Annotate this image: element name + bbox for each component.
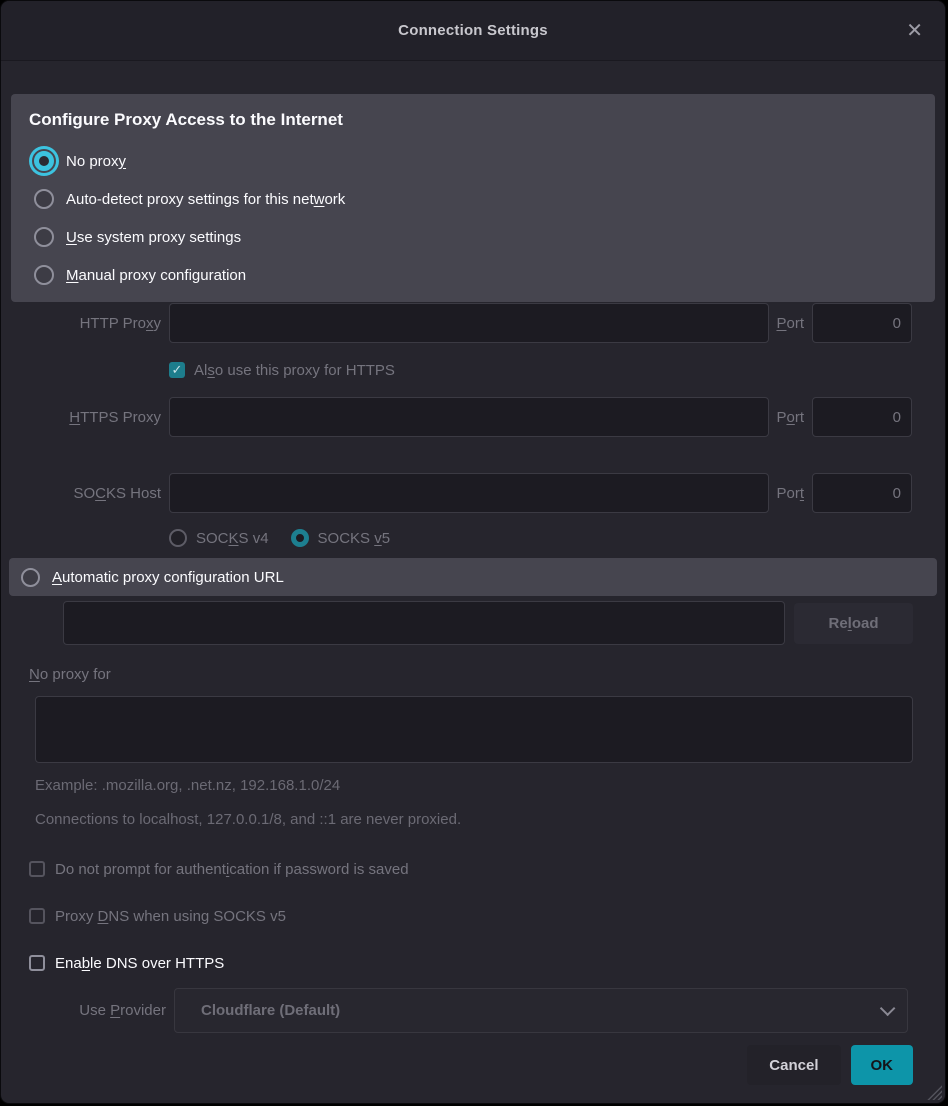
socks-host-label: SOCKS Host bbox=[1, 485, 161, 502]
provider-selected-value: Cloudflare (Default) bbox=[201, 1002, 880, 1019]
doh-provider-row: Use Provider Cloudflare (Default) bbox=[1, 988, 908, 1033]
radio-slot bbox=[29, 265, 59, 285]
radio-label: No proxy bbox=[66, 153, 126, 170]
dialog-button-row: Cancel OK bbox=[1, 1045, 913, 1085]
radio-unselected-icon bbox=[34, 265, 54, 285]
localhost-note-text: Connections to localhost, 127.0.0.1/8, a… bbox=[35, 810, 945, 830]
radio-label: Auto-detect proxy settings for this netw… bbox=[66, 191, 345, 208]
https-proxy-row: HTTPS Proxy Port bbox=[1, 396, 912, 438]
radio-unselected-icon bbox=[21, 568, 40, 587]
radio-label: Manual proxy configuration bbox=[66, 267, 246, 284]
no-prompt-auth-label: Do not prompt for authentication if pass… bbox=[55, 861, 409, 878]
http-proxy-row: HTTP Proxy Port bbox=[1, 302, 912, 344]
radio-autoproxy-url[interactable]: Automatic proxy configuration URL bbox=[9, 558, 937, 596]
ok-button[interactable]: OK bbox=[851, 1045, 914, 1085]
no-proxy-for-textarea[interactable] bbox=[35, 696, 913, 763]
https-port-label: Port bbox=[776, 409, 804, 426]
autoproxy-label: Automatic proxy configuration URL bbox=[52, 569, 284, 586]
radio-unselected-icon bbox=[34, 227, 54, 247]
http-port-label: Port bbox=[776, 315, 804, 332]
https-proxy-input[interactable] bbox=[169, 397, 769, 437]
https-proxy-label: HTTPS Proxy bbox=[1, 409, 161, 426]
enable-doh-label: Enable DNS over HTTPS bbox=[55, 955, 224, 972]
autoproxy-url-input[interactable] bbox=[63, 601, 785, 645]
resize-grip-icon[interactable] bbox=[927, 1085, 942, 1100]
radio-manual-proxy[interactable]: Manual proxy configuration bbox=[29, 256, 917, 294]
socks-host-row: SOCKS Host Port bbox=[1, 472, 912, 514]
socks-v5-radio[interactable] bbox=[291, 529, 309, 547]
http-port-input[interactable] bbox=[812, 303, 912, 343]
socks-version-row: SOCKS v4 SOCKS v5 bbox=[169, 526, 945, 550]
radio-auto-detect[interactable]: Auto-detect proxy settings for this netw… bbox=[29, 180, 917, 218]
chevron-down-icon bbox=[880, 1001, 896, 1017]
close-icon[interactable]: ✕ bbox=[902, 17, 927, 45]
no-proxy-example-text: Example: .mozilla.org, .net.nz, 192.168.… bbox=[35, 776, 945, 796]
unchecked-checkbox-icon bbox=[29, 861, 45, 877]
proxy-mode-group: Configure Proxy Access to the Internet N… bbox=[11, 94, 935, 302]
provider-select[interactable]: Cloudflare (Default) bbox=[174, 988, 908, 1033]
checked-checkbox-icon: ✓ bbox=[169, 362, 185, 378]
http-proxy-input[interactable] bbox=[169, 303, 769, 343]
socks-port-label: Port bbox=[776, 485, 804, 502]
also-https-label: Also use this proxy for HTTPS bbox=[194, 362, 395, 379]
radio-slot bbox=[29, 151, 59, 171]
proxy-dns-socks5-row[interactable]: Proxy DNS when using SOCKS v5 bbox=[29, 904, 945, 928]
http-proxy-label: HTTP Proxy bbox=[1, 315, 161, 332]
radio-no-proxy[interactable]: No proxy bbox=[29, 142, 917, 180]
group-heading: Configure Proxy Access to the Internet bbox=[29, 110, 917, 130]
radio-unselected-icon bbox=[34, 189, 54, 209]
https-port-input[interactable] bbox=[812, 397, 912, 437]
enable-doh-row[interactable]: Enable DNS over HTTPS bbox=[29, 951, 945, 975]
socks-v4-label: SOCKS v4 bbox=[196, 530, 269, 547]
socks-v4-radio[interactable] bbox=[169, 529, 187, 547]
radio-system-proxy[interactable]: Use system proxy settings bbox=[29, 218, 917, 256]
no-prompt-auth-row[interactable]: Do not prompt for authentication if pass… bbox=[29, 857, 945, 881]
reload-button[interactable]: Reload bbox=[794, 603, 913, 644]
dialog-title: Connection Settings bbox=[398, 22, 548, 39]
titlebar: Connection Settings ✕ bbox=[1, 1, 945, 61]
unchecked-checkbox-icon bbox=[29, 955, 45, 971]
socks-v5-label: SOCKS v5 bbox=[318, 530, 391, 547]
proxy-dns-socks5-label: Proxy DNS when using SOCKS v5 bbox=[55, 908, 286, 925]
unchecked-checkbox-icon bbox=[29, 908, 45, 924]
also-https-row[interactable]: ✓ Also use this proxy for HTTPS bbox=[169, 358, 945, 382]
socks-host-input[interactable] bbox=[169, 473, 769, 513]
radio-slot bbox=[29, 227, 59, 247]
provider-label: Use Provider bbox=[1, 1002, 166, 1019]
radio-slot bbox=[29, 189, 59, 209]
socks-port-input[interactable] bbox=[812, 473, 912, 513]
autoproxy-url-row: Reload bbox=[63, 601, 913, 645]
cancel-button[interactable]: Cancel bbox=[747, 1045, 840, 1085]
connection-settings-dialog: Connection Settings ✕ Configure Proxy Ac… bbox=[0, 0, 946, 1104]
no-proxy-for-label: No proxy for bbox=[29, 666, 945, 687]
radio-label: Use system proxy settings bbox=[66, 229, 241, 246]
radio-selected-icon bbox=[34, 151, 54, 171]
